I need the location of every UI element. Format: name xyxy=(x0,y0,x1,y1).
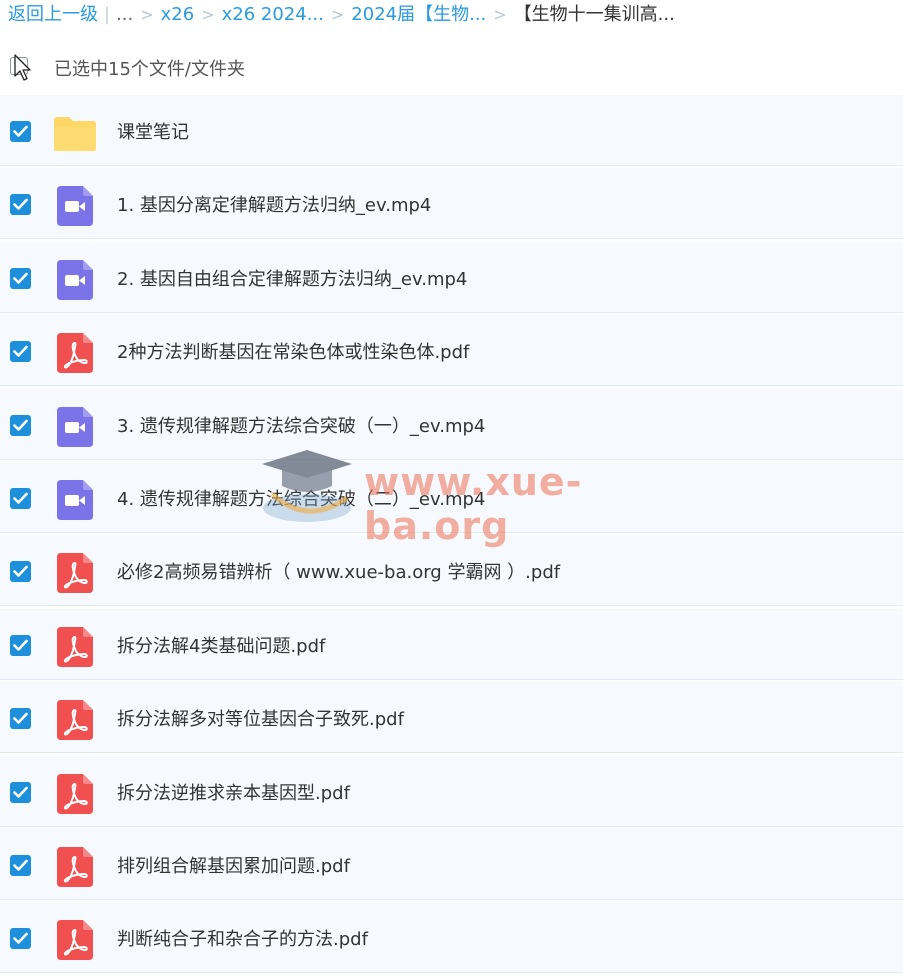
breadcrumb: 返回上一级 | ... > x26 > x26 2024... > 2024届【… xyxy=(8,0,675,30)
checkmark-icon xyxy=(13,786,28,798)
file-name[interactable]: 拆分法解4类基础问题.pdf xyxy=(117,632,325,658)
selection-bar: 已选中15个文件/文件夹 xyxy=(0,48,903,88)
video-file-icon xyxy=(57,186,95,227)
checkmark-icon xyxy=(13,345,28,357)
file-name[interactable]: 排列组合解基因累加问题.pdf xyxy=(117,852,350,878)
file-name[interactable]: 拆分法解多对等位基因合子致死.pdf xyxy=(117,705,404,731)
file-name[interactable]: 2. 基因自由组合定律解题方法归纳_ev.mp4 xyxy=(117,265,467,291)
pdf-file-icon xyxy=(57,773,95,814)
file-row[interactable]: 2种方法判断基因在常染色体或性染色体.pdf xyxy=(0,315,903,387)
chevron-right-icon: > xyxy=(330,5,345,24)
back-link[interactable]: 返回上一级 xyxy=(8,0,98,30)
chevron-right-icon: > xyxy=(493,5,507,24)
row-checkbox[interactable] xyxy=(10,194,31,216)
checkmark-icon xyxy=(13,712,28,724)
file-row[interactable]: 拆分法解多对等位基因合子致死.pdf xyxy=(0,682,903,754)
file-name[interactable]: 必修2高频易错辨析（ www.xue-ba.org 学霸网 ）.pdf xyxy=(117,558,560,584)
row-checkbox[interactable] xyxy=(10,561,31,583)
video-file-icon xyxy=(57,406,95,447)
folder-icon xyxy=(53,116,99,156)
row-checkbox[interactable] xyxy=(10,854,31,876)
checkmark-icon xyxy=(13,932,28,945)
file-row[interactable]: 课堂笔记 xyxy=(0,95,903,166)
file-row[interactable]: 1. 基因分离定律解题方法归纳_ev.mp4 xyxy=(0,168,903,240)
file-name[interactable]: 课堂笔记 xyxy=(117,118,189,144)
file-name[interactable]: 判断纯合子和杂合子的方法.pdf xyxy=(117,925,368,951)
file-row[interactable]: 判断纯合子和杂合子的方法.pdf xyxy=(0,902,903,974)
breadcrumb-current: 【生物十一集训高... xyxy=(513,4,675,25)
checkmark-icon xyxy=(13,859,28,871)
file-name[interactable]: 2种方法判断基因在常染色体或性染色体.pdf xyxy=(117,338,469,364)
breadcrumb-item[interactable]: x26 2024... xyxy=(222,0,324,30)
pdf-file-icon xyxy=(57,700,95,741)
selection-count: 已选中15个文件/文件夹 xyxy=(54,59,245,80)
checkmark-icon xyxy=(13,419,28,431)
row-checkbox[interactable] xyxy=(10,267,31,289)
checkmark-icon xyxy=(13,125,28,137)
chevron-right-icon: > xyxy=(201,5,215,24)
file-name[interactable]: 拆分法逆推求亲本基因型.pdf xyxy=(117,779,350,805)
file-name[interactable]: 3. 遗传规律解题方法综合突破（一）_ev.mp4 xyxy=(117,412,485,438)
file-row[interactable]: 4. 遗传规律解题方法综合突破（二）_ev.mp4 xyxy=(0,461,903,533)
pdf-file-icon xyxy=(57,920,95,961)
file-name[interactable]: 1. 基因分离定律解题方法归纳_ev.mp4 xyxy=(117,191,431,217)
row-checkbox[interactable] xyxy=(10,928,31,950)
checkmark-icon xyxy=(13,492,28,504)
video-file-icon xyxy=(57,259,95,300)
pdf-file-icon xyxy=(57,553,95,594)
row-checkbox[interactable] xyxy=(10,341,31,363)
file-row[interactable]: 拆分法逆推求亲本基因型.pdf xyxy=(0,755,903,827)
file-row[interactable]: 必修2高频易错辨析（ www.xue-ba.org 学霸网 ）.pdf xyxy=(0,535,903,607)
row-checkbox[interactable] xyxy=(10,414,31,436)
pdf-file-icon xyxy=(57,333,95,374)
row-checkbox[interactable] xyxy=(10,634,31,656)
row-checkbox[interactable] xyxy=(10,487,31,509)
breadcrumb-item[interactable]: 2024届【生物... xyxy=(351,0,486,30)
breadcrumb-item[interactable]: x26 xyxy=(161,0,195,30)
checkmark-icon xyxy=(13,639,28,651)
pdf-file-icon xyxy=(57,626,95,667)
file-row[interactable]: 3. 遗传规律解题方法综合突破（一）_ev.mp4 xyxy=(0,388,903,460)
row-checkbox[interactable] xyxy=(10,708,31,730)
file-list: 课堂笔记 1. 基因分离定律解题方法归纳_ev.mp4 2. 基因自由组合定律解题方… xyxy=(0,95,903,976)
chevron-right-icon: > xyxy=(140,5,154,24)
checkmark-icon xyxy=(13,566,28,578)
checkmark-icon xyxy=(13,199,28,211)
file-row[interactable]: 2. 基因自由组合定律解题方法归纳_ev.mp4 xyxy=(0,241,903,313)
breadcrumb-divider: | xyxy=(104,4,111,25)
mouse-cursor-icon xyxy=(14,54,31,81)
file-name[interactable]: 4. 遗传规律解题方法综合突破（二）_ev.mp4 xyxy=(117,485,485,511)
pdf-file-icon xyxy=(57,846,95,887)
row-checkbox[interactable] xyxy=(10,121,31,142)
video-file-icon xyxy=(57,479,95,520)
row-checkbox[interactable] xyxy=(10,781,31,803)
breadcrumb-ellipsis[interactable]: ... xyxy=(116,0,133,30)
file-row[interactable]: 拆分法解4类基础问题.pdf xyxy=(0,608,903,680)
checkmark-icon xyxy=(13,272,28,284)
file-row[interactable]: 排列组合解基因累加问题.pdf xyxy=(0,828,903,900)
